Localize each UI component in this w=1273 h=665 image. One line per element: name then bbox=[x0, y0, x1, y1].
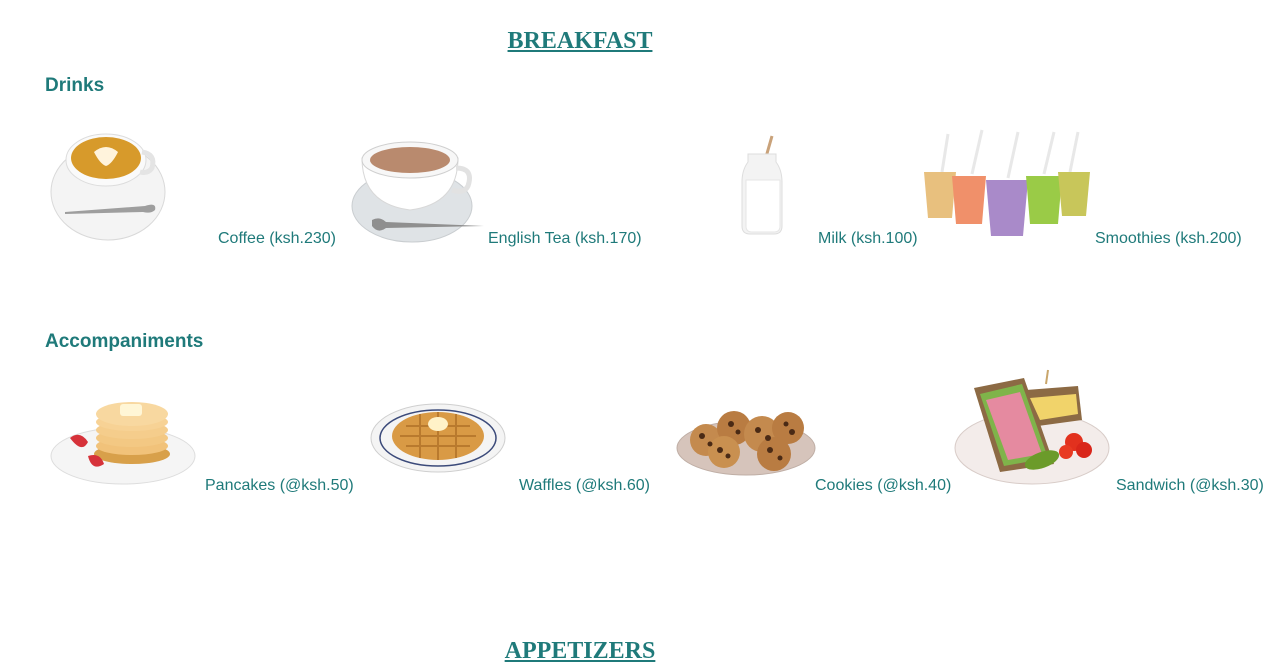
english-tea-image bbox=[350, 138, 486, 246]
section-title-appetizers: APPETIZERS bbox=[504, 638, 656, 664]
smoothies-label: Smoothies (ksh.200) bbox=[1095, 230, 1242, 247]
section-title-breakfast: BREAKFAST bbox=[507, 28, 653, 54]
cookies-image bbox=[676, 404, 816, 476]
coffee-label: Coffee (ksh.230) bbox=[218, 230, 336, 247]
pancakes-image bbox=[50, 398, 196, 486]
drinks-heading: Drinks bbox=[45, 75, 105, 96]
sandwich-image bbox=[954, 368, 1110, 486]
cookies-label: Cookies (@ksh.40) bbox=[815, 477, 952, 494]
pancakes-label: Pancakes (@ksh.50) bbox=[205, 477, 354, 494]
smoothies-image bbox=[920, 126, 1094, 240]
coffee-image bbox=[50, 130, 170, 242]
accompaniments-heading: Accompaniments bbox=[45, 331, 204, 352]
milk-label: Milk (ksh.100) bbox=[818, 230, 918, 247]
sandwich-label: Sandwich (@ksh.30) bbox=[1116, 477, 1264, 494]
milk-image bbox=[740, 134, 786, 236]
waffles-image bbox=[370, 400, 506, 474]
waffles-label: Waffles (@ksh.60) bbox=[519, 477, 650, 494]
english-tea-label: English Tea (ksh.170) bbox=[488, 230, 642, 247]
